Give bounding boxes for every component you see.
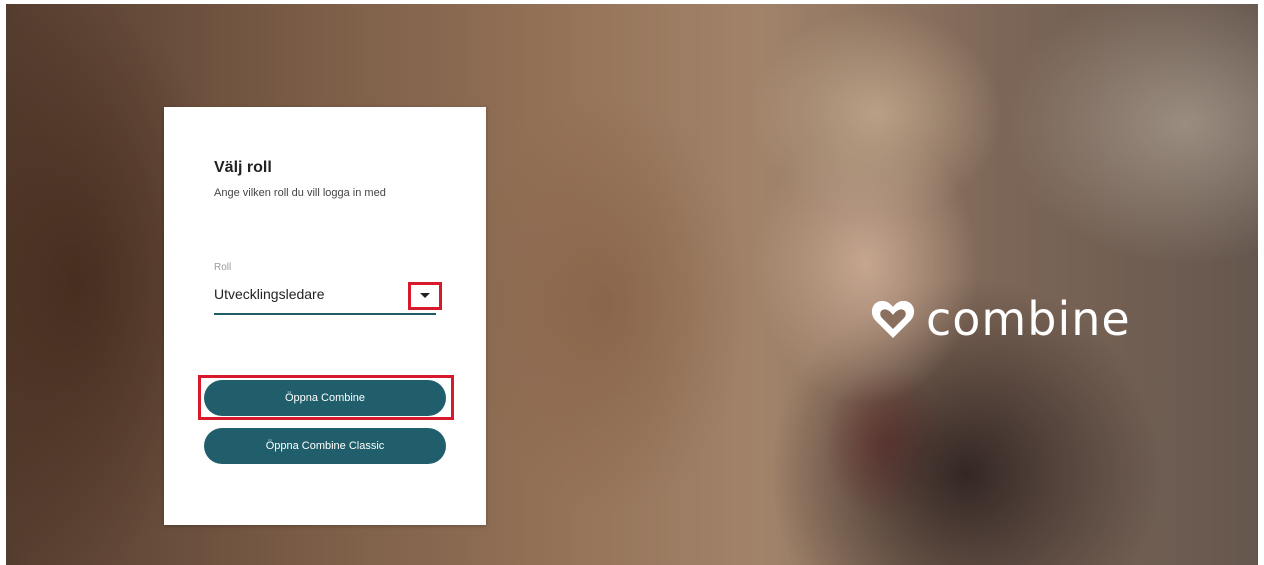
combine-logo: combine — [870, 294, 1131, 344]
chevron-down-icon — [420, 293, 430, 298]
role-select[interactable]: Utvecklingsledare — [214, 281, 442, 315]
open-combine-button[interactable]: Öppna Combine — [204, 380, 446, 416]
open-combine-classic-button[interactable]: Öppna Combine Classic — [204, 428, 446, 464]
role-selection-card: Välj roll Ange vilken roll du vill logga… — [164, 107, 486, 525]
logo-wordmark: combine — [926, 292, 1131, 346]
role-select-value: Utvecklingsledare — [214, 286, 325, 302]
role-dropdown-toggle[interactable] — [408, 282, 442, 310]
heart-icon — [871, 300, 915, 338]
page-title: Välj roll — [214, 159, 272, 176]
role-field-label: Roll — [214, 262, 232, 273]
page-subtitle: Ange vilken roll du vill logga in med — [214, 187, 386, 199]
